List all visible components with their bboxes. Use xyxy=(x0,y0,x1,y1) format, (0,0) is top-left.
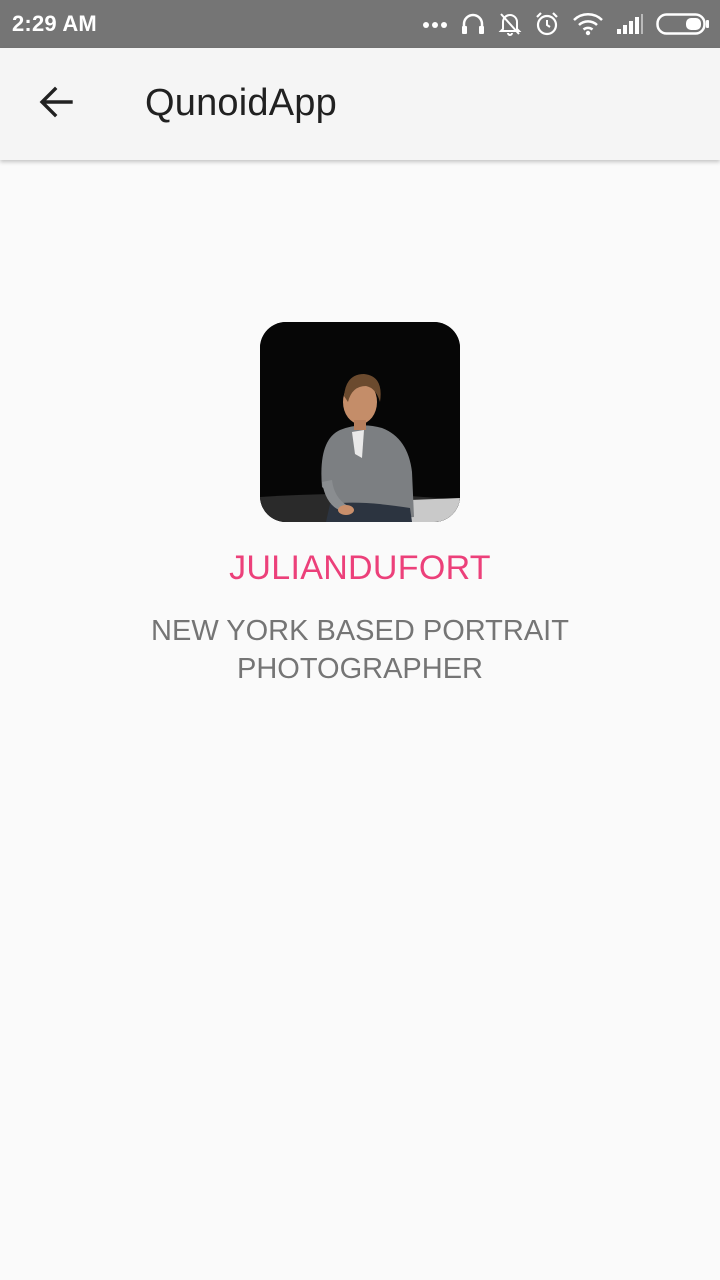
avatar xyxy=(260,322,460,522)
headset-icon xyxy=(460,11,486,37)
status-icons xyxy=(422,8,710,40)
profile-username: JULIANDUFORT xyxy=(229,549,491,587)
status-bar: 2:29 AM xyxy=(0,0,720,48)
app-title: QunoidApp xyxy=(145,82,337,124)
signal-icon xyxy=(616,13,644,35)
profile-photo xyxy=(260,322,460,522)
status-time: 2:29 AM xyxy=(12,11,97,36)
profile-bio: NEW YORK BASED PORTRAIT PHOTOGRAPHER xyxy=(151,615,569,685)
arrow-back-icon xyxy=(38,84,74,125)
back-button[interactable] xyxy=(26,74,86,134)
battery-icon xyxy=(656,13,710,35)
bell-off-icon xyxy=(498,11,522,37)
profile-section: JULIANDUFORT NEW YORK BASED PORTRAIT PHO… xyxy=(0,322,720,688)
alarm-icon xyxy=(534,11,560,37)
app-bar: QunoidApp xyxy=(0,48,720,160)
more-dots-icon xyxy=(422,19,448,29)
wifi-icon xyxy=(572,12,604,36)
